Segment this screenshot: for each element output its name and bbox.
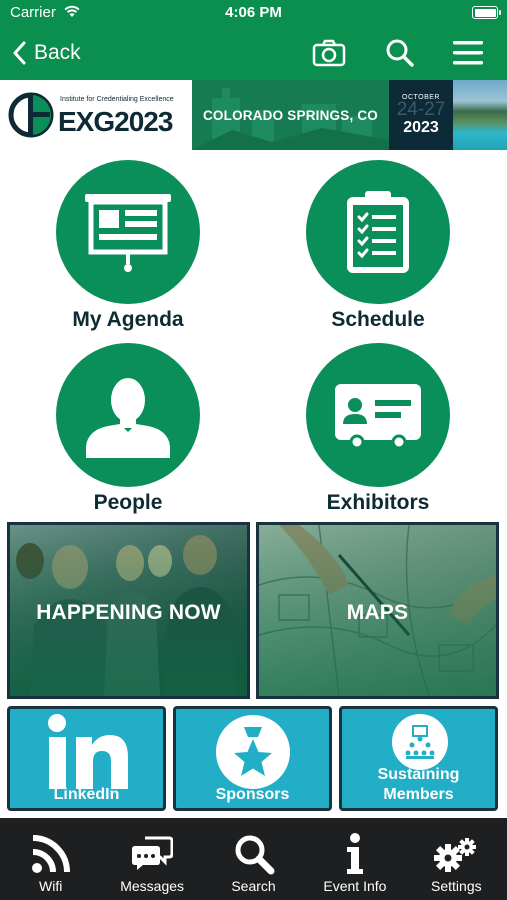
app-screen: Carrier 4:06 PM Back Institute for Crede… [0, 0, 507, 900]
presentation-board-icon [56, 160, 200, 304]
top-navigation-bar: Carrier 4:06 PM Back [0, 0, 507, 80]
happening-now-label: HAPPENING NOW [36, 601, 221, 624]
maps-label: MAPS [346, 601, 409, 624]
sponsors-label: Sponsors [215, 786, 290, 803]
happening-now-tile[interactable]: HAPPENING NOW [7, 522, 250, 699]
sponsors-tile[interactable]: Sponsors [173, 706, 332, 811]
location-panel: COLORADO SPRINGS, CO [192, 80, 389, 150]
my-agenda-label: My Agenda [72, 308, 184, 331]
linkedin-tile[interactable]: LinkedIn [7, 706, 166, 811]
tab-event-info-label: Event Info [323, 878, 387, 894]
tab-settings-label: Settings [431, 878, 482, 894]
tab-search[interactable]: Search [203, 818, 304, 900]
chevron-left-icon [13, 41, 26, 65]
ice-logo-icon [8, 92, 54, 138]
person-silhouette-icon [56, 343, 200, 487]
menu-icon[interactable] [451, 36, 485, 70]
bottom-tab-bar: Wifi Messages Search Event Info Settings [0, 818, 507, 900]
landscape-photo [453, 80, 507, 150]
linkedin-icon [48, 714, 128, 789]
id-card-icon [306, 343, 450, 487]
sustaining-members-tile[interactable]: Sustaining Members [339, 706, 498, 811]
sustaining-members-label: Sustaining Members [342, 765, 495, 805]
schedule-label: Schedule [331, 308, 425, 331]
presenter-audience-icon [392, 714, 448, 770]
tab-wifi-label: Wifi [39, 878, 63, 894]
back-button[interactable]: Back [12, 38, 81, 68]
tab-event-info[interactable]: Event Info [304, 818, 405, 900]
sustaining-members-line2: Members [383, 786, 454, 803]
tab-search-label: Search [231, 878, 276, 894]
event-year: 2023 [403, 119, 439, 136]
event-logo: Institute for Credentialing Excellence E… [0, 80, 192, 150]
clipboard-checklist-icon [306, 160, 450, 304]
back-label: Back [34, 41, 81, 64]
gears-icon [434, 832, 478, 876]
linkedin-label: LinkedIn [53, 786, 120, 803]
rss-feed-icon [31, 832, 71, 876]
people-label: People [93, 491, 163, 514]
event-banner: Institute for Credentialing Excellence E… [0, 80, 507, 150]
sustaining-members-line1: Sustaining [377, 766, 460, 783]
schedule-tile[interactable]: Schedule [306, 160, 450, 332]
star-award-icon [216, 715, 290, 789]
event-dates: OCTOBER 24-27 2023 [389, 80, 453, 150]
tab-wifi[interactable]: Wifi [0, 818, 101, 900]
people-tile[interactable]: People [56, 343, 200, 515]
clock: 4:06 PM [225, 4, 282, 21]
location-label: COLORADO SPRINGS, CO [202, 107, 378, 123]
event-days: 24-27 [396, 99, 446, 120]
camera-icon[interactable] [312, 36, 346, 70]
exhibitors-label: Exhibitors [326, 491, 430, 514]
tab-settings[interactable]: Settings [406, 818, 507, 900]
event-logo-text: EXG2023 [58, 106, 173, 137]
tab-messages-label: Messages [120, 878, 185, 894]
info-icon [344, 832, 366, 876]
org-name: Institute for Credentialing Excellence [60, 96, 174, 103]
tab-messages[interactable]: Messages [101, 818, 202, 900]
chat-bubbles-icon [131, 832, 174, 876]
battery-icon [472, 6, 501, 19]
maps-tile[interactable]: MAPS [256, 522, 499, 699]
search-icon [233, 832, 275, 876]
search-icon[interactable] [383, 36, 417, 70]
my-agenda-tile[interactable]: My Agenda [56, 160, 200, 332]
exhibitors-tile[interactable]: Exhibitors [306, 343, 450, 515]
